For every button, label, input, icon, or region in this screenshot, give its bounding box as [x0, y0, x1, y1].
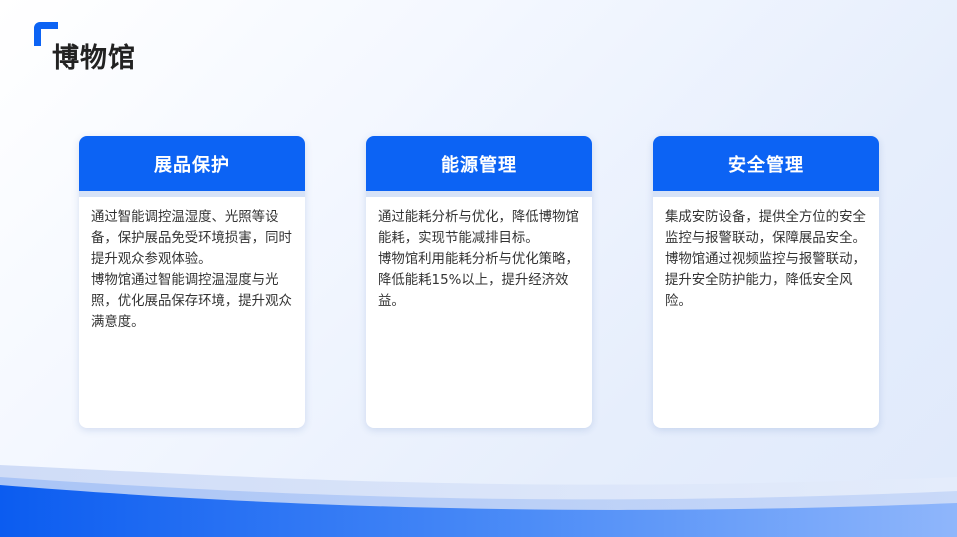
bottom-wave-decoration	[0, 465, 957, 537]
card-security-management: 安全管理 集成安防设备，提供全方位的安全监控与报警联动，保障展品安全。 博物馆通…	[653, 136, 879, 428]
card-paragraph: 通过能耗分析与优化，降低博物馆能耗，实现节能减排目标。	[378, 210, 579, 246]
card-body: 通过智能调控温湿度、光照等设备，保护展品免受环境损害，同时提升观众参观体验。 博…	[79, 197, 305, 333]
slide: 博物馆 展品保护 通过智能调控温湿度、光照等设备，保护展品免受环境损害，同时提升…	[0, 0, 957, 537]
card-header: 安全管理	[653, 136, 879, 191]
card-header: 能源管理	[366, 136, 592, 191]
card-exhibit-protection: 展品保护 通过智能调控温湿度、光照等设备，保护展品免受环境损害，同时提升观众参观…	[79, 136, 305, 428]
card-paragraph: 博物馆利用能耗分析与优化策略，降低能耗15%以上，提升经济效益。	[378, 252, 579, 309]
card-paragraph: 集成安防设备，提供全方位的安全监控与报警联动，保障展品安全。	[665, 210, 866, 246]
card-title: 展品保护	[154, 154, 230, 176]
card-title: 能源管理	[441, 154, 517, 176]
card-header: 展品保护	[79, 136, 305, 191]
title-group: 博物馆	[34, 22, 174, 74]
card-paragraph: 通过智能调控温湿度、光照等设备，保护展品免受环境损害，同时提升观众参观体验。	[91, 210, 292, 267]
page-title: 博物馆	[52, 43, 136, 74]
card-body: 集成安防设备，提供全方位的安全监控与报警联动，保障展品安全。 博物馆通过视频监控…	[653, 197, 879, 312]
card-energy-management: 能源管理 通过能耗分析与优化，降低博物馆能耗，实现节能减排目标。 博物馆利用能耗…	[366, 136, 592, 428]
card-body: 通过能耗分析与优化，降低博物馆能耗，实现节能减排目标。 博物馆利用能耗分析与优化…	[366, 197, 592, 312]
card-title: 安全管理	[728, 154, 804, 176]
card-paragraph: 博物馆通过智能调控温湿度与光照，优化展品保存环境，提升观众满意度。	[91, 273, 292, 330]
card-paragraph: 博物馆通过视频监控与报警联动，提升安全防护能力，降低安全风险。	[665, 252, 866, 309]
